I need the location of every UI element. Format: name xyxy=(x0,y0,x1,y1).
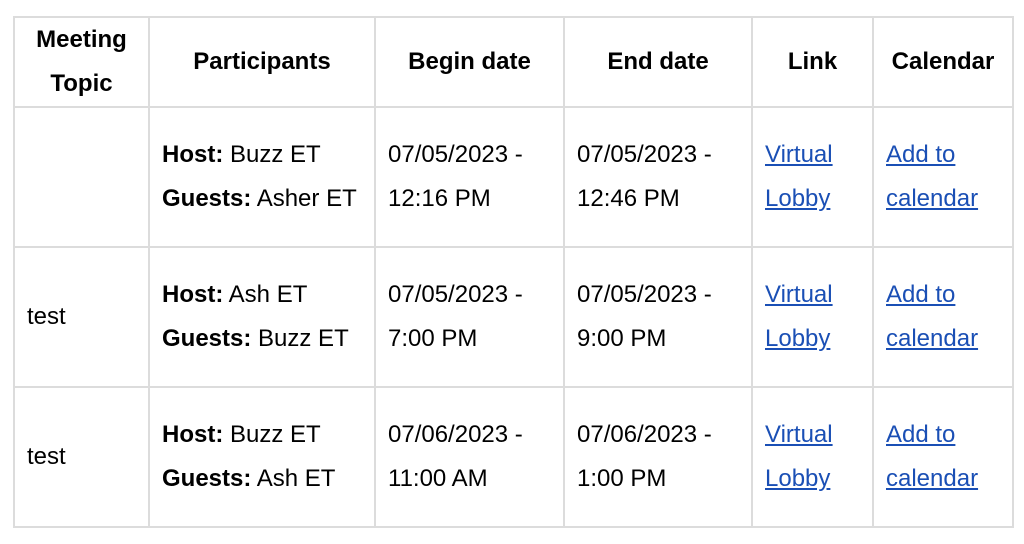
meeting-topic-cell: test xyxy=(13,246,150,388)
link-cell: Virtual Lobby xyxy=(751,106,874,248)
participants-cell: Host: Buzz ET Guests: Asher ET xyxy=(148,106,376,248)
begin-date-cell: 07/05/2023 - 7:00 PM xyxy=(374,246,565,388)
add-to-calendar-link[interactable]: Add to calendar xyxy=(886,281,978,352)
virtual-lobby-link[interactable]: Virtual Lobby xyxy=(765,141,833,212)
participants-cell: Host: Buzz ET Guests: Ash ET xyxy=(148,386,376,528)
begin-date-cell: 07/05/2023 - 12:16 PM xyxy=(374,106,565,248)
end-date-cell: 07/05/2023 - 12:46 PM xyxy=(563,106,753,248)
guests-label: Guests: xyxy=(162,185,252,212)
host-label: Host: xyxy=(162,421,224,448)
host-label: Host: xyxy=(162,141,224,168)
meetings-table: Meeting Topic Participants Begin date En… xyxy=(13,16,1014,528)
participants-cell: Host: Ash ET Guests: Buzz ET xyxy=(148,246,376,388)
guest-names: Asher ET xyxy=(256,185,357,212)
meeting-topic-cell: test xyxy=(13,386,150,528)
calendar-cell: Add to calendar xyxy=(872,106,1014,248)
guest-names: Ash ET xyxy=(256,465,336,492)
link-cell: Virtual Lobby xyxy=(751,386,874,528)
meeting-topic-cell xyxy=(13,106,150,248)
virtual-lobby-link[interactable]: Virtual Lobby xyxy=(765,421,833,492)
begin-date-cell: 07/06/2023 - 11:00 AM xyxy=(374,386,565,528)
guests-label: Guests: xyxy=(162,325,252,352)
header-begin-date: Begin date xyxy=(374,16,565,108)
virtual-lobby-link[interactable]: Virtual Lobby xyxy=(765,281,833,352)
add-to-calendar-link[interactable]: Add to calendar xyxy=(886,141,978,212)
table-header-row: Meeting Topic Participants Begin date En… xyxy=(13,16,1014,108)
calendar-cell: Add to calendar xyxy=(872,386,1014,528)
header-link: Link xyxy=(751,16,874,108)
table-row: test Host: Buzz ET Guests: Ash ET 07/06/… xyxy=(13,386,1014,528)
guests-label: Guests: xyxy=(162,465,252,492)
header-end-date: End date xyxy=(563,16,753,108)
table-row: Host: Buzz ET Guests: Asher ET 07/05/202… xyxy=(13,106,1014,248)
host-label: Host: xyxy=(162,281,224,308)
add-to-calendar-link[interactable]: Add to calendar xyxy=(886,421,978,492)
end-date-cell: 07/05/2023 - 9:00 PM xyxy=(563,246,753,388)
table-row: test Host: Ash ET Guests: Buzz ET 07/05/… xyxy=(13,246,1014,388)
header-meeting-topic: Meeting Topic xyxy=(13,16,150,108)
calendar-cell: Add to calendar xyxy=(872,246,1014,388)
end-date-cell: 07/06/2023 - 1:00 PM xyxy=(563,386,753,528)
link-cell: Virtual Lobby xyxy=(751,246,874,388)
header-participants: Participants xyxy=(148,16,376,108)
header-calendar: Calendar xyxy=(872,16,1014,108)
host-name: Ash ET xyxy=(228,281,308,308)
host-name: Buzz ET xyxy=(230,421,321,448)
host-name: Buzz ET xyxy=(230,141,321,168)
guest-names: Buzz ET xyxy=(258,325,349,352)
